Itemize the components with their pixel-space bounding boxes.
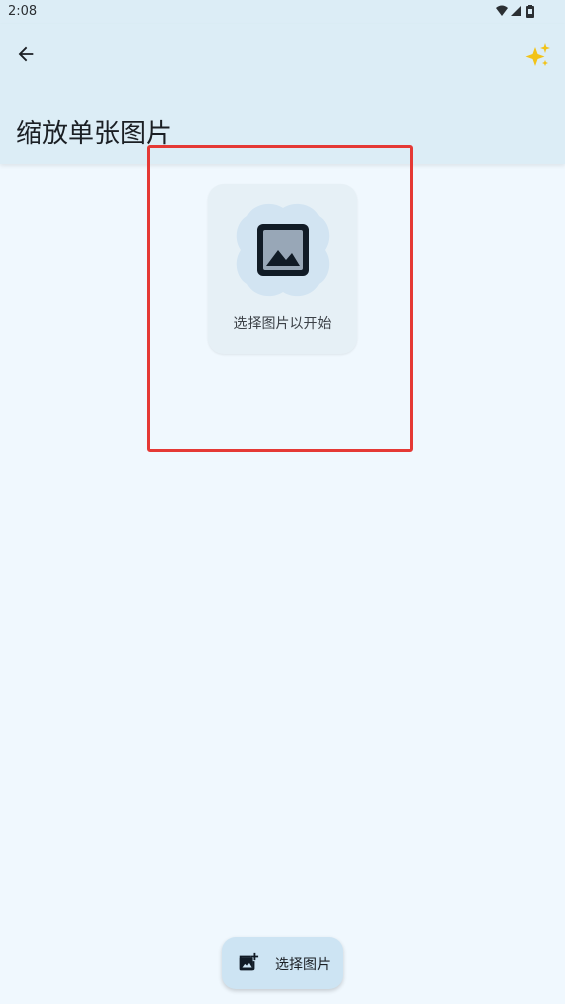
image-icon bbox=[257, 224, 309, 276]
placeholder-text: 选择图片以开始 bbox=[233, 316, 332, 332]
magic-button[interactable] bbox=[517, 36, 557, 76]
status-icons bbox=[496, 5, 534, 18]
select-image-placeholder[interactable]: 选择图片以开始 bbox=[208, 184, 357, 354]
add-photo-icon bbox=[239, 952, 259, 971]
page-title: 缩放单张图片 bbox=[16, 119, 173, 149]
app-bar: 缩放单张图片 bbox=[0, 24, 565, 164]
status-bar: 2:08 bbox=[0, 0, 565, 24]
select-image-label: 选择图片 bbox=[275, 957, 331, 973]
sparkles-icon bbox=[525, 43, 550, 66]
back-button[interactable] bbox=[8, 36, 44, 72]
select-image-button[interactable]: 选择图片 bbox=[222, 937, 343, 989]
signal-icon bbox=[511, 6, 521, 16]
arrow-back-icon bbox=[18, 46, 34, 62]
status-time: 2:08 bbox=[8, 4, 38, 19]
battery-icon bbox=[526, 5, 534, 18]
image-icon-container bbox=[236, 203, 330, 297]
wifi-icon bbox=[496, 5, 508, 16]
